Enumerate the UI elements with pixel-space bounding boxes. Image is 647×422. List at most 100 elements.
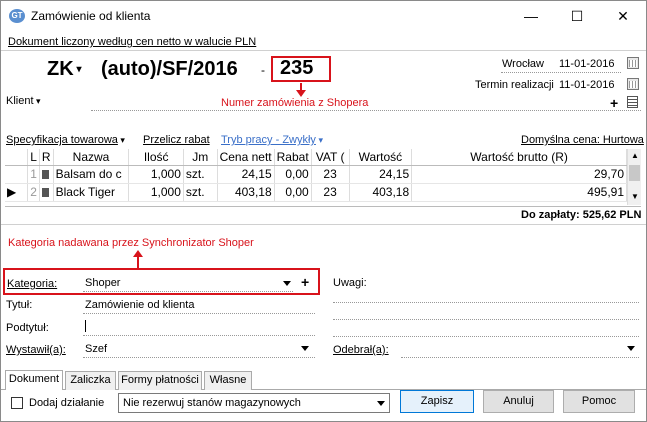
total-to-pay: Do zapłaty: 525,62 PLN bbox=[521, 209, 642, 221]
column-header[interactable]: Rabat bbox=[274, 149, 312, 166]
table-row[interactable]: ▶ 2 Black Tiger 1,000 szt. 403,18 0,00 2… bbox=[5, 183, 627, 202]
highlight-order-number bbox=[271, 56, 331, 82]
calendar-icon[interactable] bbox=[627, 78, 639, 90]
issue-date[interactable]: 11-01-2016 bbox=[559, 58, 614, 70]
grid-scrollbar[interactable]: ▲ ▼ bbox=[627, 149, 641, 205]
divider bbox=[1, 50, 646, 51]
cell-unit[interactable]: szt. bbox=[183, 165, 218, 184]
row-checkbox[interactable] bbox=[39, 183, 54, 202]
cell-lp: 1 bbox=[27, 165, 40, 184]
row-indicator bbox=[5, 165, 29, 184]
cell-vat[interactable]: 23 bbox=[311, 183, 350, 202]
calendar-icon[interactable] bbox=[627, 57, 639, 69]
row-checkbox[interactable] bbox=[39, 165, 54, 184]
column-header[interactable]: Wartość brutto (R) bbox=[411, 149, 627, 166]
doc-type-dropdown[interactable]: ZK ▾ bbox=[47, 58, 81, 81]
column-header[interactable]: VAT ( bbox=[311, 149, 350, 166]
add-category-icon[interactable]: + bbox=[301, 274, 309, 290]
add-action-label[interactable]: Dodaj działanie bbox=[29, 397, 104, 409]
spec-dropdown[interactable]: Specyfikacja towarowa ▾ bbox=[6, 134, 125, 146]
items-table: L R Nazwa Ilość Jm Cena nett Rabat VAT (… bbox=[5, 149, 627, 202]
received-by-dropdown-icon[interactable] bbox=[627, 346, 635, 351]
cell-vat[interactable]: 23 bbox=[311, 165, 350, 184]
save-button[interactable]: Zapisz bbox=[400, 390, 474, 413]
cell-name[interactable]: Black Tiger bbox=[53, 183, 130, 202]
cell-price[interactable]: 403,18 bbox=[217, 183, 275, 202]
received-by-field[interactable] bbox=[401, 357, 639, 358]
help-button[interactable]: Pomoc bbox=[563, 390, 635, 413]
work-mode-dropdown[interactable]: Tryb pracy - Zwykły ▾ bbox=[221, 134, 323, 146]
cell-gross[interactable]: 29,70 bbox=[411, 165, 627, 184]
notes-field[interactable] bbox=[333, 336, 639, 337]
column-header[interactable]: R bbox=[39, 149, 54, 166]
recalc-discount-link[interactable]: Przelicz rabat bbox=[143, 134, 210, 146]
divider bbox=[5, 206, 641, 207]
default-price-link[interactable]: Domyślna cena: Hurtowa bbox=[521, 134, 644, 146]
table-row[interactable]: 1 Balsam do c 1,000 szt. 24,15 0,00 23 2… bbox=[5, 165, 627, 184]
cell-discount[interactable]: 0,00 bbox=[274, 183, 312, 202]
client-list-icon[interactable] bbox=[627, 96, 638, 108]
app-icon: GT bbox=[9, 9, 25, 23]
title-field[interactable] bbox=[83, 313, 315, 314]
notes-label: Uwagi: bbox=[333, 277, 367, 289]
cancel-button[interactable]: Anuluj bbox=[483, 390, 554, 413]
currency-banner[interactable]: Dokument liczony według cen netto w walu… bbox=[8, 36, 256, 48]
issued-by-value[interactable]: Szef bbox=[85, 343, 107, 355]
cell-unit[interactable]: szt. bbox=[183, 183, 218, 202]
category-dropdown-icon[interactable] bbox=[283, 281, 291, 286]
subtitle-field[interactable] bbox=[83, 335, 315, 336]
scroll-down-icon[interactable]: ▼ bbox=[631, 192, 639, 201]
current-row-arrow-icon: ▶ bbox=[5, 183, 29, 202]
tab-wlasne[interactable]: Własne bbox=[204, 371, 252, 390]
tab-formy-platnosci[interactable]: Formy płatności bbox=[118, 371, 202, 390]
cell-discount[interactable]: 0,00 bbox=[274, 165, 312, 184]
annotation-arrow bbox=[296, 83, 306, 97]
divider bbox=[1, 224, 646, 225]
close-button[interactable]: ✕ bbox=[600, 1, 646, 32]
cell-price[interactable]: 24,15 bbox=[217, 165, 275, 184]
add-action-checkbox[interactable] bbox=[11, 397, 23, 409]
column-header[interactable]: Nazwa bbox=[53, 149, 130, 166]
column-header[interactable]: Ilość bbox=[128, 149, 184, 166]
cell-qty[interactable]: 1,000 bbox=[128, 165, 184, 184]
subtitle-label: Podtytuł: bbox=[6, 322, 49, 334]
chevron-down-icon[interactable] bbox=[377, 401, 385, 406]
issued-by-dropdown-icon[interactable] bbox=[301, 346, 309, 351]
cell-value[interactable]: 24,15 bbox=[349, 165, 413, 184]
client-field[interactable] bbox=[91, 110, 641, 111]
column-header[interactable]: Jm bbox=[183, 149, 218, 166]
cell-gross[interactable]: 495,91 bbox=[411, 183, 627, 202]
title-value[interactable]: Zamówienie od klienta bbox=[85, 299, 194, 311]
title-label: Tytuł: bbox=[6, 299, 33, 311]
title-bar: GT Zamówienie od klienta — ☐ ✕ bbox=[1, 1, 646, 32]
cell-name[interactable]: Balsam do c bbox=[53, 165, 130, 184]
reservation-select[interactable]: Nie rezerwuj stanów magazynowych bbox=[118, 393, 390, 413]
cell-lp: 2 bbox=[27, 183, 40, 202]
issued-by-label: Wystawił(a): bbox=[6, 344, 66, 356]
issued-by-field[interactable] bbox=[83, 357, 315, 358]
column-header[interactable]: Cena nett bbox=[217, 149, 275, 166]
text-cursor bbox=[85, 320, 86, 332]
dialog-window: GT Zamówienie od klienta — ☐ ✕ Dokument … bbox=[0, 0, 647, 422]
row-indicator-header bbox=[5, 149, 29, 166]
category-field[interactable] bbox=[83, 291, 293, 292]
column-header[interactable]: L bbox=[27, 149, 40, 166]
termin-date[interactable]: 11-01-2016 bbox=[559, 79, 614, 91]
minimize-button[interactable]: — bbox=[508, 1, 554, 32]
column-header[interactable]: Wartość bbox=[349, 149, 413, 166]
scroll-up-icon[interactable]: ▲ bbox=[631, 151, 639, 160]
category-value[interactable]: Shoper bbox=[85, 277, 120, 289]
add-client-icon[interactable]: + bbox=[610, 95, 618, 111]
cell-qty[interactable]: 1,000 bbox=[128, 183, 184, 202]
tab-zaliczka[interactable]: Zaliczka bbox=[65, 371, 116, 390]
number-dash: - bbox=[261, 63, 265, 77]
tab-dokument[interactable]: Dokument bbox=[5, 370, 63, 390]
notes-field[interactable] bbox=[333, 302, 639, 303]
notes-field[interactable] bbox=[333, 319, 639, 320]
category-annotation: Kategoria nadawana przez Synchronizator … bbox=[8, 237, 254, 249]
table-header: L R Nazwa Ilość Jm Cena nett Rabat VAT (… bbox=[5, 149, 627, 166]
maximize-button[interactable]: ☐ bbox=[554, 1, 600, 32]
scroll-thumb[interactable] bbox=[629, 165, 640, 181]
cell-value[interactable]: 403,18 bbox=[349, 183, 413, 202]
client-dropdown[interactable]: Klient ▾ bbox=[6, 95, 41, 107]
